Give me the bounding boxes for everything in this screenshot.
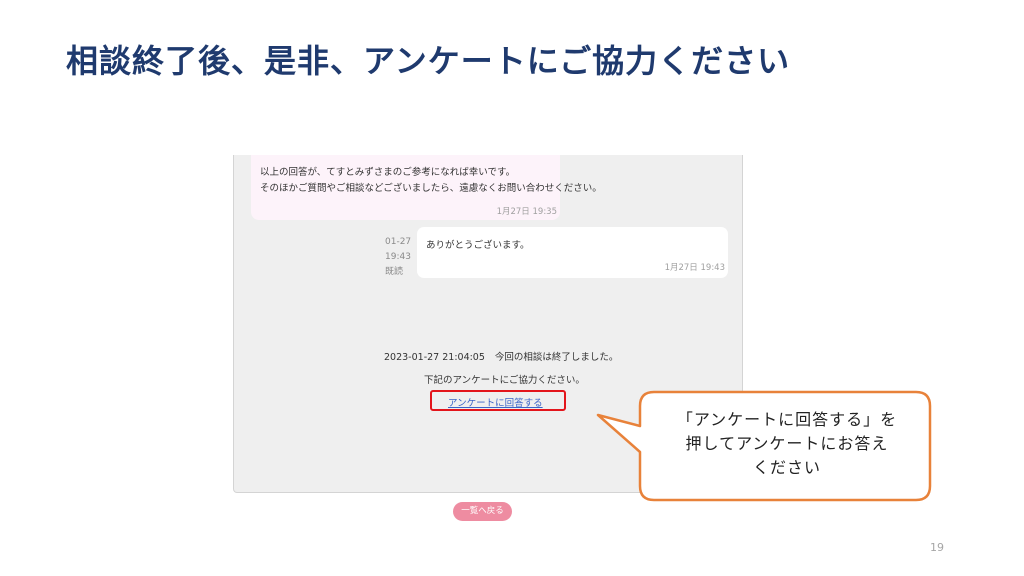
consultation-ended-message: 2023-01-27 21:04:05 今回の相談は終了しました。 (384, 349, 618, 363)
slide-title: 相談終了後、是非、アンケートにご協力ください (66, 42, 791, 80)
callout-text: 「アンケートに回答する」を 押してアンケートにお答え ください (646, 408, 928, 480)
incoming-message-timestamp: 1月27日 19:35 (496, 207, 557, 217)
meta-date: 01-27 (385, 237, 412, 247)
outgoing-message-text: ありがとうございます。 (426, 240, 530, 251)
callout-line-2: 押してアンケートにお答え (685, 434, 889, 453)
incoming-message-line-1: 以上の回答が、てすとみずさまのご参考になれば幸いです。 (260, 167, 516, 178)
incoming-message-line-2: そのほかご質問やご相談などございましたら、遠慮なくお問い合わせください。 (260, 183, 602, 194)
read-status: 既読 (385, 267, 404, 277)
back-to-list-button[interactable]: 一覧へ戻る (453, 502, 512, 521)
callout-line-1: 「アンケートに回答する」を (676, 410, 898, 429)
survey-link-highlight: アンケートに回答する (430, 390, 566, 411)
survey-request-text: 下記のアンケートにご協力ください。 (424, 375, 585, 386)
outgoing-message-bubble: ありがとうございます。 1月27日 19:43 (417, 227, 728, 278)
callout-line-3: ください (752, 458, 821, 477)
page-number: 19 (930, 541, 944, 554)
incoming-message-bubble: 以上の回答が、てすとみずさまのご参考になれば幸いです。 そのほかご質問やご相談な… (251, 155, 602, 220)
meta-time: 19:43 (385, 252, 411, 262)
message-meta: 01-27 19:43 既読 (385, 235, 411, 280)
ended-datetime: 2023-01-27 21:04:05 (384, 352, 485, 363)
outgoing-message-timestamp: 1月27日 19:43 (664, 263, 725, 273)
ended-text: 今回の相談は終了しました。 (494, 352, 619, 363)
survey-link[interactable]: アンケートに回答する (448, 395, 543, 409)
